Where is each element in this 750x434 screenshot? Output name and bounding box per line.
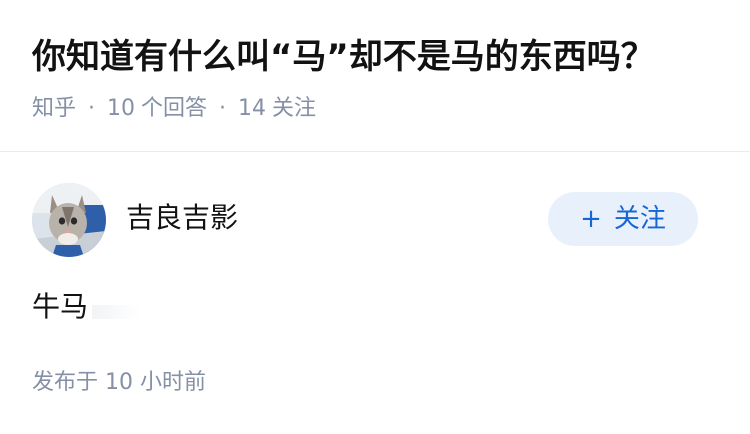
followers-count: 14 — [238, 96, 267, 121]
cat-avatar-icon — [32, 183, 106, 257]
answer-content[interactable]: 牛马 — [32, 287, 88, 327]
author-name[interactable]: 吉良吉影 — [126, 199, 238, 237]
separator-dot: · — [88, 96, 96, 121]
follow-label: 关注 — [613, 204, 666, 234]
separator-dot: · — [219, 96, 227, 121]
question-title[interactable]: 你知道有什么叫“马”却不是马的东西吗？ — [32, 32, 718, 82]
publish-time: 10 小时前 — [105, 370, 207, 395]
follow-button[interactable]: + 关注 — [548, 192, 698, 246]
author-row: 吉良吉影 + 关注 — [32, 183, 718, 257]
answer-page: 你知道有什么叫“马”却不是马的东西吗？ 知乎·10个回答·14关注 — [0, 0, 750, 434]
question-meta: 知乎 · 10 个回答 · 14 关注 — [32, 94, 718, 124]
answers-label: 个回答 — [141, 96, 208, 121]
question-header: 你知道有什么叫“马”却不是马的东西吗？ 知乎 · 10 个回答 · 14 关注 — [0, 0, 750, 124]
publish-label: 发布于 — [32, 370, 99, 395]
answers-count: 10 — [107, 96, 136, 121]
divider — [0, 151, 750, 152]
followers-label: 关注 — [272, 96, 317, 121]
source-label[interactable]: 知乎 — [32, 96, 76, 121]
avatar[interactable] — [32, 183, 106, 257]
publish-info: 发布于 10 小时前 — [32, 368, 206, 398]
content-fade — [92, 305, 140, 319]
plus-icon: + — [580, 204, 602, 234]
